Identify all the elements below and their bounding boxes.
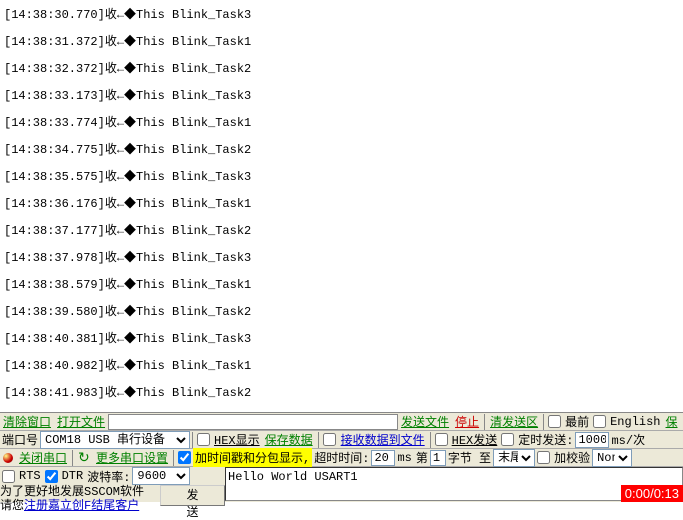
toolbar-row-2: 端口号 COM18 USB 串行设备 HEX显示 保存数据 接收数据到文件 HE… [0, 431, 683, 449]
separator [192, 432, 193, 448]
timed-send-checkbox[interactable] [501, 433, 514, 446]
register-link[interactable]: 注册嘉立创F结尾客户 [24, 499, 139, 513]
stop-button[interactable]: 停止 [452, 413, 482, 430]
record-icon [3, 453, 13, 463]
log-line: [14:38:37.177]收←◆This Blink_Task2 [4, 218, 679, 245]
file-path-box[interactable] [108, 414, 398, 430]
no-label: 第 [414, 449, 430, 466]
ms-label: ms [395, 451, 413, 465]
log-line: [14:38:31.372]收←◆This Blink_Task1 [4, 29, 679, 56]
hex-send-label: HEX发送 [450, 431, 500, 448]
hex-send-checkbox[interactable] [435, 433, 448, 446]
topmost-label: 最前 [563, 413, 591, 430]
separator [173, 450, 174, 466]
send-file-button[interactable]: 发送文件 [398, 413, 452, 430]
timeout-label: 超时时间: [312, 449, 371, 466]
dtr-checkbox[interactable] [45, 470, 58, 483]
separator [72, 450, 73, 466]
rts-checkbox[interactable] [2, 470, 15, 483]
timed-send-label: 定时发送: [516, 431, 575, 448]
byte-label: 字节 至 [446, 449, 493, 466]
clear-window-button[interactable]: 清除窗口 [0, 413, 54, 430]
save-data-button[interactable]: 保存数据 [262, 431, 316, 448]
separator [484, 414, 485, 430]
timestamp-label: 加时间戳和分包显示, [193, 448, 312, 467]
log-line: [14:38:30.770]收←◆This Blink_Task3 [4, 2, 679, 29]
tip-line-2: 请您注册嘉立创F结尾客户 [0, 499, 160, 513]
hex-show-label: HEX显示 [212, 431, 262, 448]
toolbar-row-4: RTS DTR 波特率: 9600 为了更好地发展SSCOM软件 请您注册嘉立创… [0, 467, 683, 503]
hex-show-checkbox[interactable] [197, 433, 210, 446]
send-button[interactable]: 发 送 [160, 485, 225, 506]
timeout-input[interactable] [371, 450, 395, 466]
save-params-button[interactable]: 保 [663, 413, 681, 430]
dtr-label: DTR [60, 469, 86, 483]
toolbar-row-3: 关闭串口 更多串口设置 加时间戳和分包显示, 超时时间: ms 第 字节 至 末… [0, 449, 683, 467]
log-output: [14:38:30.770]收←◆This Blink_Task3[14:38:… [0, 0, 683, 412]
log-line: [14:38:36.176]收←◆This Blink_Task1 [4, 191, 679, 218]
log-line: [14:38:39.580]收←◆This Blink_Task2 [4, 299, 679, 326]
log-line: [14:38:32.372]收←◆This Blink_Task2 [4, 56, 679, 83]
log-line: [14:38:35.575]收←◆This Blink_Task3 [4, 164, 679, 191]
send-input[interactable]: Hello World USART1 [225, 467, 683, 501]
refresh-icon[interactable] [78, 452, 90, 464]
checksum-select[interactable]: None [592, 449, 632, 467]
english-label: English [608, 415, 662, 429]
checksum-label: 加校验 [552, 449, 592, 466]
timestamp-checkbox[interactable] [178, 451, 191, 464]
log-line: [14:38:34.775]收←◆This Blink_Task2 [4, 137, 679, 164]
log-line: [14:38:33.173]收←◆This Blink_Task3 [4, 83, 679, 110]
separator [430, 432, 431, 448]
baud-select[interactable]: 9600 [132, 467, 190, 485]
control-panel: 清除窗口 打开文件 发送文件 停止 清发送区 最前 English 保 端口号 … [0, 412, 683, 502]
rx-to-file-checkbox[interactable] [323, 433, 336, 446]
more-settings-button[interactable]: 更多串口设置 [93, 449, 171, 466]
interval-unit: ms/次 [609, 431, 647, 448]
log-line: [14:38:37.978]收←◆This Blink_Task3 [4, 245, 679, 272]
log-line: [14:38:40.982]收←◆This Blink_Task1 [4, 353, 679, 380]
toolbar-row-1: 清除窗口 打开文件 发送文件 停止 清发送区 最前 English 保 [0, 413, 683, 431]
status-timer: 0:00/0:13 [621, 485, 683, 502]
english-checkbox[interactable] [593, 415, 606, 428]
tip-line-1: 为了更好地发展SSCOM软件 [0, 485, 160, 499]
separator [543, 414, 544, 430]
rts-label: RTS [17, 469, 43, 483]
port-select[interactable]: COM18 USB 串行设备 [40, 431, 190, 449]
port-label: 端口号 [0, 431, 40, 448]
topmost-checkbox[interactable] [548, 415, 561, 428]
open-file-button[interactable]: 打开文件 [54, 413, 108, 430]
end-select[interactable]: 末尾 [493, 449, 535, 467]
clear-send-button[interactable]: 清发送区 [487, 413, 541, 430]
log-line: [14:38:33.774]收←◆This Blink_Task1 [4, 110, 679, 137]
baud-label: 波特率: [85, 468, 132, 485]
log-line: [14:38:41.983]收←◆This Blink_Task2 [4, 380, 679, 407]
separator [318, 432, 319, 448]
close-port-button[interactable]: 关闭串口 [16, 449, 70, 466]
interval-input[interactable] [575, 432, 609, 448]
checksum-checkbox[interactable] [537, 451, 550, 464]
log-line: [14:38:40.381]收←◆This Blink_Task3 [4, 326, 679, 353]
log-line: [14:38:38.579]收←◆This Blink_Task1 [4, 272, 679, 299]
byte-no-input[interactable] [430, 450, 446, 466]
rx-to-file-label[interactable]: 接收数据到文件 [338, 431, 428, 448]
